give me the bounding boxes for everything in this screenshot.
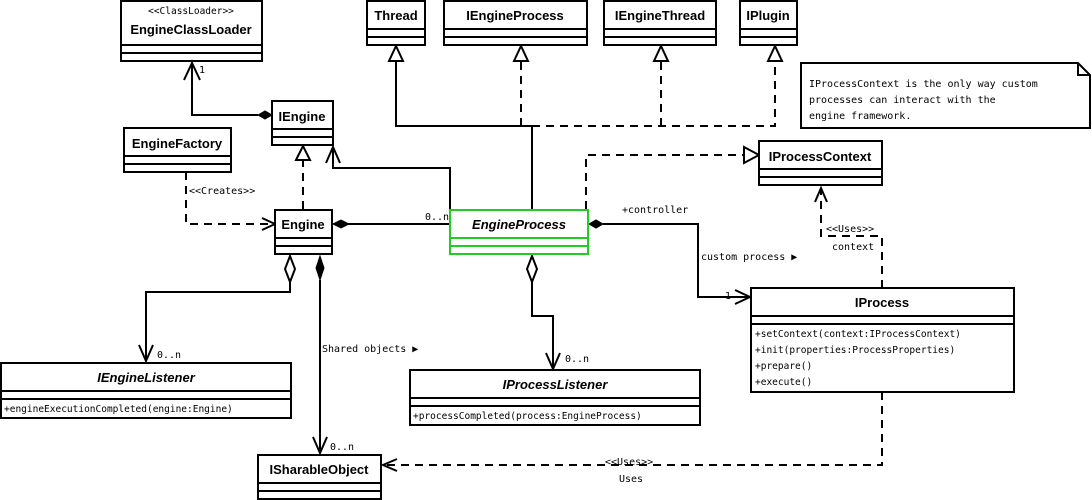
class-name: ISharableObject <box>270 462 370 477</box>
controller-label: +controller <box>622 205 688 216</box>
class-method: +prepare() <box>755 361 812 372</box>
iprocess-multiplicity: 1 <box>725 291 731 302</box>
class-engine-factory[interactable]: EngineFactory <box>123 127 232 173</box>
note-line: IProcessContext is the only way custom <box>809 79 1038 90</box>
class-iengine-process[interactable]: IEngineProcess <box>443 0 588 46</box>
class-iengine-listener[interactable]: IEngineListener +engineExecutionComplete… <box>0 362 292 419</box>
class-method: +init(properties:ProcessProperties) <box>755 345 955 356</box>
class-name: EngineFactory <box>132 136 223 151</box>
class-iplugin[interactable]: IPlugin <box>739 0 798 46</box>
engineprocess-listener-aggregation <box>525 253 561 372</box>
class-name: IEngineProcess <box>466 8 564 23</box>
class-name: Engine <box>281 217 324 232</box>
class-name: IProcessListener <box>503 377 609 392</box>
engineprocess-multiplicity: 0..n <box>425 212 449 223</box>
class-name: IProcessContext <box>769 149 872 164</box>
engineprocess-implements-interfaces <box>512 43 784 127</box>
uses-sharable-label: Uses <box>619 474 643 485</box>
custom-process-label: custom process ▶ <box>701 252 797 263</box>
class-name: IProcess <box>855 295 909 310</box>
shared-multiplicity: 0..n <box>330 442 354 453</box>
uses-sharable-stereotype: <<Uses>> <box>605 457 653 468</box>
class-name: IEngineListener <box>97 370 195 385</box>
uses-context-stereotype: <<Uses>> <box>826 224 874 235</box>
class-thread[interactable]: Thread <box>366 0 426 46</box>
class-name: Thread <box>374 8 417 23</box>
class-name: EngineClassLoader <box>130 22 251 37</box>
class-iprocess[interactable]: IProcess +setContext(context:IProcessCon… <box>750 287 1015 393</box>
class-stereotype: <<ClassLoader>> <box>148 6 234 17</box>
engineprocess-uses-iengine <box>325 144 451 209</box>
enginefactory-creates-engine <box>185 172 278 231</box>
listener-multiplicity: 0..n <box>157 350 181 361</box>
engineprocess-realizes-iprocesscontext <box>585 145 762 209</box>
note: IProcessContext is the only way custom p… <box>800 62 1091 129</box>
uml-class-diagram: 1 <<Creates>> 0..n +controller custom pr… <box>0 0 1091 500</box>
class-engine[interactable]: Engine <box>274 209 333 255</box>
class-name: IEngine <box>279 109 326 124</box>
class-name: IEngineThread <box>615 8 705 23</box>
class-method: +processCompleted(process:EngineProcess) <box>413 411 642 422</box>
engine-listener-aggregation <box>138 253 297 364</box>
creates-label: <<Creates>> <box>189 186 255 197</box>
class-isharable-object[interactable]: ISharableObject <box>257 454 382 500</box>
iengine-classloader-composition <box>183 60 274 120</box>
note-line: engine framework. <box>809 111 911 122</box>
context-label: context <box>832 242 874 253</box>
iprocess-uses-context <box>814 185 883 288</box>
class-method: +setContext(context:IProcessContext) <box>755 329 961 340</box>
class-name: EngineProcess <box>472 217 566 232</box>
process-listener-multiplicity: 0..n <box>565 354 589 365</box>
class-name: IPlugin <box>746 8 789 23</box>
note-line: processes can interact with the <box>809 95 996 106</box>
shared-objects-label: Shared objects ▶ <box>322 344 418 355</box>
engineprocess-extends-thread <box>387 43 533 209</box>
class-iengine[interactable]: IEngine <box>271 100 334 146</box>
class-method: +engineExecutionCompleted(engine:Engine) <box>4 404 233 415</box>
class-engine-class-loader[interactable]: <<ClassLoader>> EngineClassLoader <box>120 0 263 62</box>
loader-multiplicity: 1 <box>199 65 205 76</box>
class-engine-process[interactable]: EngineProcess <box>449 209 589 255</box>
class-iengine-thread[interactable]: IEngineThread <box>603 0 717 46</box>
class-iprocess-context[interactable]: IProcessContext <box>758 140 883 186</box>
engine-realizes-iengine <box>294 143 312 209</box>
class-method: +execute() <box>755 377 812 388</box>
class-iprocess-listener[interactable]: IProcessListener +processCompleted(proce… <box>409 369 701 426</box>
